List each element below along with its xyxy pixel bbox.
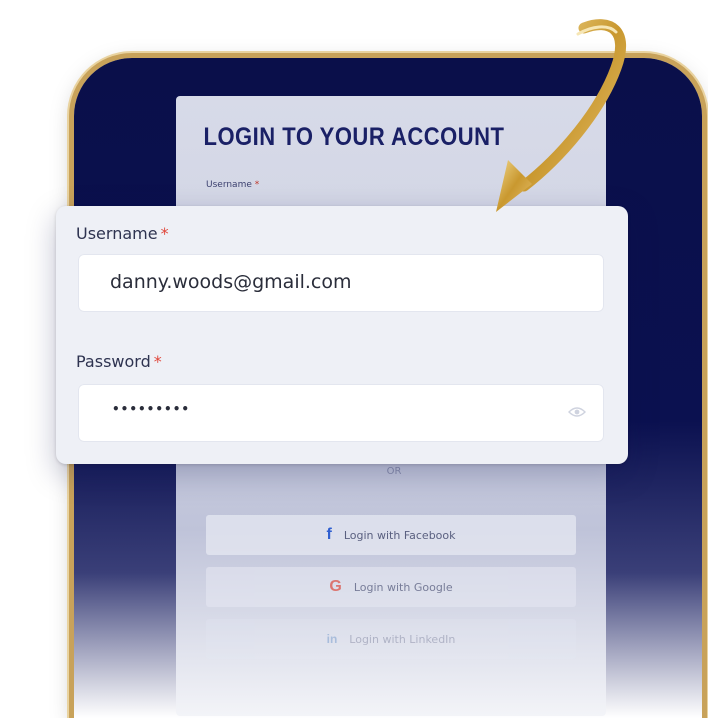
facebook-icon: f <box>326 526 332 543</box>
password-value: ••••••••• <box>112 402 191 416</box>
gold-arrow-icon <box>496 19 627 212</box>
background-username-label: Username * <box>206 180 259 190</box>
login-google-button[interactable]: G Login with Google <box>206 567 576 607</box>
username-required-mark: * <box>160 224 169 243</box>
background-username-label-text: Username <box>206 180 252 190</box>
password-label: Password * <box>76 352 162 371</box>
login-facebook-button[interactable]: f Login with Facebook <box>206 515 576 555</box>
google-icon: G <box>329 578 342 595</box>
password-input[interactable]: ••••••••• <box>78 384 604 442</box>
show-password-eye-icon[interactable] <box>568 406 586 418</box>
login-google-label: Login with Google <box>353 580 453 594</box>
login-facebook-label: Login with Facebook <box>343 528 456 542</box>
username-label-text: Username <box>76 224 158 243</box>
linkedin-icon: in <box>326 632 338 646</box>
or-divider: OR <box>386 466 402 477</box>
username-input[interactable]: danny.woods@gmail.com <box>78 254 604 312</box>
login-linkedin-label: Login with LinkedIn <box>349 632 456 646</box>
password-required-mark: * <box>153 352 162 371</box>
username-value: danny.woods@gmail.com <box>110 271 352 293</box>
password-label-text: Password <box>76 352 151 371</box>
username-label: Username * <box>76 224 169 243</box>
login-linkedin-button[interactable]: in Login with LinkedIn <box>206 619 576 659</box>
required-mark: * <box>254 180 260 190</box>
